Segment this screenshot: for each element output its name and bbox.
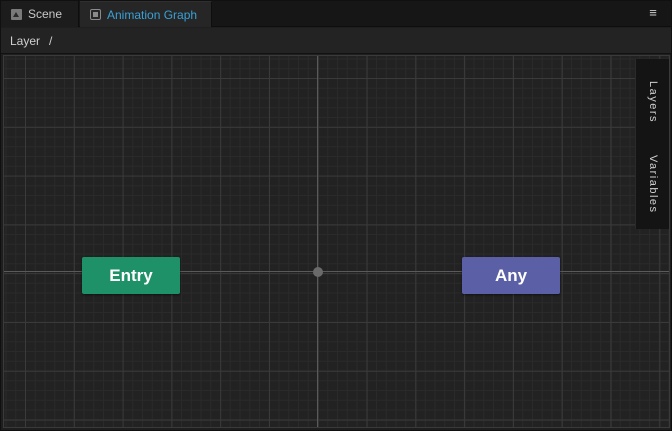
tab-scene[interactable]: Scene	[1, 1, 79, 27]
graph-canvas[interactable]: Entry Any	[3, 55, 670, 428]
tab-scene-label: Scene	[28, 7, 63, 21]
animation-graph-window: Scene Animation Graph ≡ Layer / Entry An…	[0, 0, 672, 431]
side-tab-variables[interactable]: Variables	[636, 147, 670, 221]
side-panel: Layers Variables	[635, 59, 669, 229]
breadcrumb-separator: /	[49, 33, 53, 48]
graph-axis-vertical	[317, 56, 318, 427]
hamburger-menu-icon[interactable]: ≡	[647, 6, 659, 20]
breadcrumb-layer[interactable]: Layer	[10, 34, 40, 48]
scene-icon	[11, 8, 22, 20]
any-node[interactable]: Any	[462, 257, 560, 294]
tab-animation-graph[interactable]: Animation Graph	[80, 1, 212, 27]
side-tab-variables-label: Variables	[647, 154, 659, 214]
animation-graph-icon	[90, 9, 101, 20]
any-node-label: Any	[494, 265, 528, 285]
tab-bar: Scene Animation Graph ≡	[1, 1, 671, 27]
breadcrumb: Layer /	[1, 28, 671, 54]
tab-animation-graph-label: Animation Graph	[107, 7, 198, 22]
graph-origin-dot	[313, 267, 323, 277]
entry-node[interactable]: Entry	[82, 257, 180, 294]
side-tab-layers-label: Layers	[647, 80, 659, 124]
entry-node-label: Entry	[109, 265, 153, 285]
side-tab-layers[interactable]: Layers	[636, 67, 670, 137]
